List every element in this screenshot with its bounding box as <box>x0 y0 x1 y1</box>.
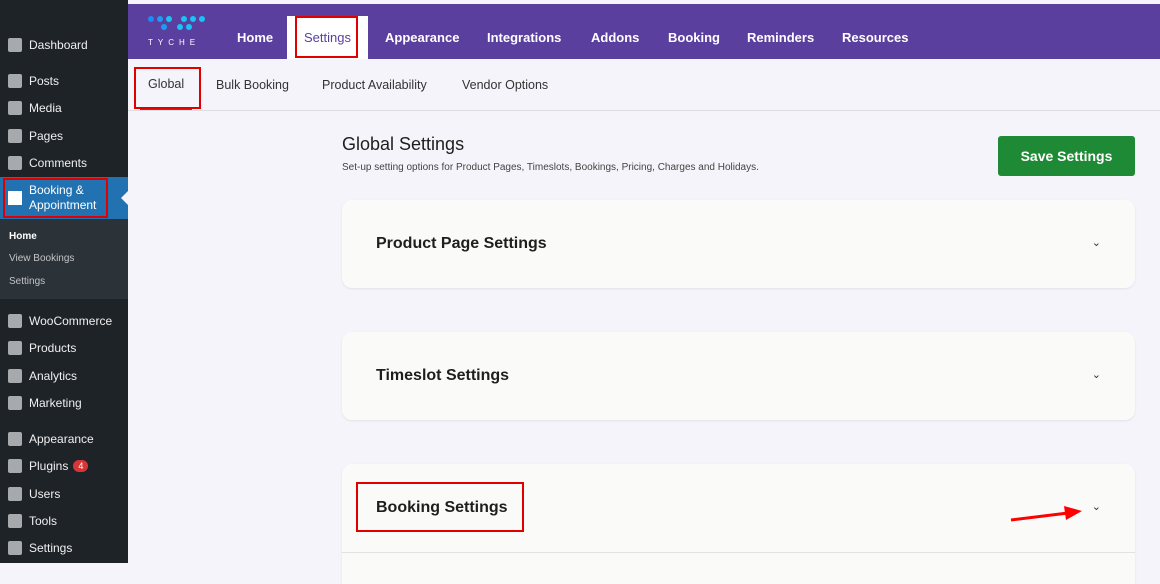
label: Pages <box>29 129 64 143</box>
label: Settings <box>29 541 73 555</box>
menu-users[interactable]: Users <box>0 481 128 507</box>
highlight-box <box>295 16 358 58</box>
red-arrow-annotation <box>1010 506 1082 522</box>
update-badge: 4 <box>73 460 89 472</box>
label: Posts <box>29 74 60 88</box>
menu-posts[interactable]: Posts <box>0 68 128 94</box>
tab-resources[interactable]: Resources <box>828 16 922 59</box>
page-title: Global Settings <box>342 134 465 154</box>
menu-pages[interactable]: Pages <box>0 123 128 149</box>
menu-media[interactable]: Media <box>0 95 128 121</box>
tab-booking[interactable]: Booking <box>654 16 734 59</box>
logo-text: TYCHE <box>148 38 201 47</box>
label: Comments <box>29 156 88 170</box>
sliders-icon <box>8 541 22 555</box>
chevron-down-icon[interactable]: ⌄ <box>1092 236 1101 249</box>
plug-icon <box>8 459 22 473</box>
tab-addons[interactable]: Addons <box>577 16 653 59</box>
user-icon <box>8 487 22 501</box>
label: Users <box>29 487 61 501</box>
menu-dashboard[interactable]: Dashboard <box>0 32 128 58</box>
chevron-down-icon[interactable]: ⌄ <box>1092 500 1101 513</box>
dashboard-icon <box>8 38 22 52</box>
menu-analytics[interactable]: Analytics <box>0 363 128 389</box>
tab-reminders[interactable]: Reminders <box>733 16 828 59</box>
section-product-page-settings[interactable]: Product Page Settings ⌄ <box>342 200 1135 288</box>
tab-appearance[interactable]: Appearance <box>371 16 473 59</box>
subtab-vendor-options[interactable]: Vendor Options <box>462 59 548 110</box>
menu-woocommerce[interactable]: WooCommerce <box>0 308 128 334</box>
subtab-bulk-booking[interactable]: Bulk Booking <box>216 59 289 110</box>
menu-products[interactable]: Products <box>0 335 128 361</box>
page-description: Set-up setting options for Product Pages… <box>342 162 759 173</box>
brush-icon <box>8 432 22 446</box>
submenu-view-bookings[interactable]: View Bookings <box>9 253 74 264</box>
menu-appearance[interactable]: Appearance <box>0 426 128 452</box>
submenu: Home View Bookings Settings <box>0 219 128 299</box>
label: WooCommerce <box>29 314 113 328</box>
menu-plugins[interactable]: Plugins 4 <box>0 453 128 479</box>
submenu-home[interactable]: Home <box>9 231 37 242</box>
comment-icon <box>8 156 22 170</box>
menu-comments[interactable]: Comments <box>0 150 128 176</box>
tab-integrations[interactable]: Integrations <box>473 16 575 59</box>
sub-navigation: Global Bulk Booking Product Availability… <box>128 59 1160 111</box>
menu-marketing[interactable]: Marketing <box>0 390 128 416</box>
chevron-down-icon[interactable]: ⌄ <box>1092 368 1101 381</box>
wrench-icon <box>8 514 22 528</box>
highlight-box <box>3 178 108 218</box>
highlight-box <box>134 67 201 109</box>
menu-tools[interactable]: Tools <box>0 508 128 534</box>
section-title: Timeslot Settings <box>376 367 510 384</box>
label: Media <box>29 101 62 115</box>
media-icon <box>8 101 22 115</box>
pages-icon <box>8 129 22 143</box>
divider <box>342 552 1135 553</box>
highlight-box <box>356 482 524 532</box>
section-title: Product Page Settings <box>376 235 547 252</box>
section-timeslot-settings[interactable]: Timeslot Settings ⌄ <box>342 332 1135 420</box>
save-settings-button[interactable]: Save Settings <box>998 136 1135 176</box>
pin-icon <box>8 74 22 88</box>
label: Appearance <box>29 432 94 446</box>
label: Analytics <box>29 369 78 383</box>
admin-sidebar: Dashboard Posts Media Pages Comments Boo… <box>0 0 128 563</box>
menu-settings[interactable]: Settings <box>0 535 128 561</box>
label: Tools <box>29 514 58 528</box>
tab-home[interactable]: Home <box>223 16 287 59</box>
submenu-settings[interactable]: Settings <box>9 276 45 287</box>
label: Products <box>29 341 77 355</box>
subtab-product-availability[interactable]: Product Availability <box>322 59 427 110</box>
woo-icon <box>8 314 22 328</box>
label: Dashboard <box>29 38 88 52</box>
plugin-header: TYCHE Home Settings Appearance Integrati… <box>128 4 1160 59</box>
label: Plugins <box>29 459 69 473</box>
archive-icon <box>8 341 22 355</box>
label: Marketing <box>29 396 82 410</box>
megaphone-icon <box>8 396 22 410</box>
chart-icon <box>8 369 22 383</box>
